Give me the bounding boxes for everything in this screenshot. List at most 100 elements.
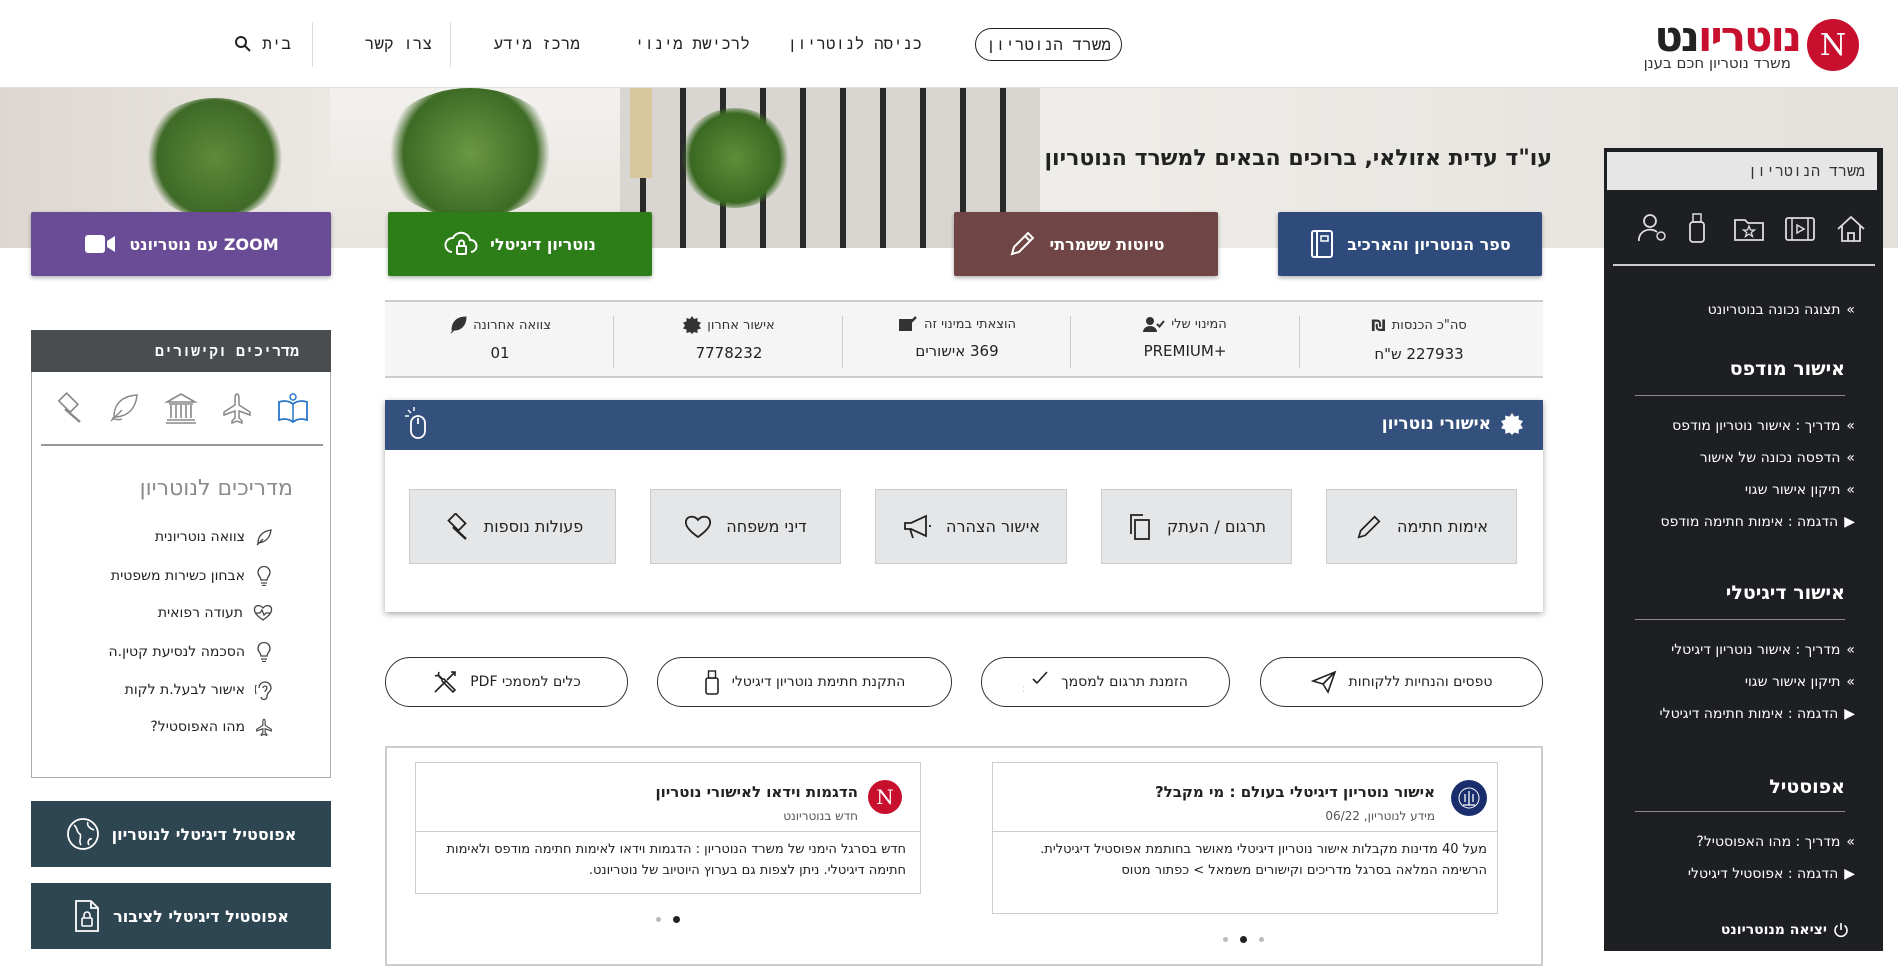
guides-heading: מדריכים לנוטריון	[139, 476, 293, 501]
guide-item-apostille[interactable]: מהו האפוסטיל?	[150, 718, 273, 736]
copy-icon	[1127, 513, 1153, 541]
guide-item-medical[interactable]: תעודה רפואית	[158, 604, 273, 622]
news-divider	[993, 831, 1497, 832]
sidebar-tab-office[interactable]: משרד הנוטריון	[1607, 152, 1877, 190]
nav-office-button[interactable]: משרד הנוטריון	[975, 28, 1122, 61]
folder-star-icon[interactable]	[1733, 216, 1765, 242]
guide-item-will[interactable]: צוואה נוטריונית	[155, 528, 273, 546]
globe-icon	[66, 817, 100, 851]
airplane-icon[interactable]	[221, 392, 253, 424]
sidebar-link-print-demo[interactable]: ▶ הדגמה : אימות חתימה מודפס	[1661, 514, 1855, 530]
carousel-dot-active[interactable]	[673, 916, 680, 923]
chevron-double-icon: »	[1846, 418, 1855, 434]
nav-info-link[interactable]: מרכז מידע	[494, 34, 580, 54]
tools-icon	[432, 669, 458, 695]
lightbulb-icon	[255, 642, 273, 662]
guide-item-disability[interactable]: אישור לבעל.ת לקות	[125, 680, 273, 700]
brand-badge-icon: N	[868, 780, 902, 814]
sidebar-link-print-guide[interactable]: » מדריך : אישור נוטריון מודפס	[1672, 418, 1855, 434]
emblem-icon	[1451, 780, 1487, 816]
logo-tagline: משרד נוטריון חכם בענן	[1643, 54, 1791, 72]
apostille-public-button[interactable]: אפוסטיל דיגיטלי לציבור	[31, 883, 331, 949]
pencil-icon	[1355, 513, 1383, 541]
sidebar-link-print-correct[interactable]: » הדפסה נכונה של אישור	[1700, 450, 1855, 466]
notary-panel-title: אישורי נוטריון	[1382, 413, 1523, 435]
logout-link[interactable]: יציאה מנוטריונט	[1721, 922, 1849, 938]
stat-plan-value: PREMIUM+	[1143, 342, 1227, 360]
chevron-double-icon: »	[1846, 482, 1855, 498]
action-more[interactable]: פעולות נוספות	[409, 489, 616, 564]
chevron-double-icon: »	[1846, 302, 1855, 318]
logo-badge[interactable]: N	[1807, 19, 1859, 71]
nav-enter-link[interactable]: כניסה לנוטריון	[788, 34, 922, 54]
action-translate-copy[interactable]: תרגום / העתק	[1101, 489, 1292, 564]
bank-building-icon[interactable]	[164, 392, 198, 424]
sidebar-link-display[interactable]: » תצוגה נכונה בנוטריונט	[1708, 302, 1855, 318]
nav-appoint-link[interactable]: לרכישת מינוי	[635, 34, 750, 54]
carousel-dot[interactable]	[1259, 937, 1264, 942]
sidebar-link-print-fix[interactable]: » תיקון אישור שגוי	[1745, 482, 1855, 498]
film-icon[interactable]	[1784, 216, 1816, 242]
gavel-icon[interactable]	[52, 392, 84, 424]
chevron-double-icon: »	[1846, 674, 1855, 690]
tile-notary-book[interactable]: ספר הנוטריון והארכיב	[1278, 212, 1542, 276]
carousel-dot[interactable]	[1223, 937, 1228, 942]
play-icon: ▶	[1844, 866, 1855, 882]
pill-pdf-tools[interactable]: כלים למסמכי PDF	[385, 657, 628, 707]
apostille-notary-button[interactable]: אפוסטיל דיגיטלי לנוטריון	[31, 801, 331, 867]
tile-drafts-label: טיוטות ששמרתי	[1049, 234, 1165, 254]
stat-used: הוצאתי במינוי זה 369 אישורים	[843, 316, 1071, 360]
tile-digital-notary[interactable]: נוטריון דיגיטלי	[388, 212, 652, 276]
play-icon: ▶	[1844, 706, 1855, 722]
news-card[interactable]: N הדגמות וידאו לאישורי נוטריון חדש בנוטר…	[415, 762, 921, 894]
sidebar-link-digital-demo[interactable]: ▶ הדגמה : אימות חתימה דיגיטלי	[1660, 706, 1856, 722]
user-check-icon	[1143, 316, 1166, 332]
sidebar-link-digital-guide[interactable]: » מדריך : אישור נוטריון דיגיטלי	[1671, 642, 1855, 658]
tile-digital-label: נוטריון דיגיטלי	[490, 234, 596, 254]
welcome-title: עו"ד עדית אזולאי, ברוכים הבאים למשרד הנו…	[1044, 146, 1553, 171]
user-settings-icon[interactable]	[1637, 212, 1669, 244]
guide-item-minor-travel[interactable]: הסכמה לנסיעת קטין.ה	[109, 642, 274, 662]
sidebar-link-apostille-demo[interactable]: ▶ הדגמה : אפוסטיל דיגיטלי	[1688, 866, 1855, 882]
quill-icon[interactable]	[108, 392, 140, 424]
mouse-click-icon[interactable]	[404, 406, 430, 442]
pill-install-signature[interactable]: התקנת חתימת נוטריון דיגיטלי	[657, 657, 952, 707]
news-meta: חדש בנוטריונט	[783, 809, 858, 823]
sidebar-divider	[1635, 811, 1845, 812]
search-icon[interactable]	[234, 35, 252, 53]
nav-contact-link[interactable]: צרו קשר	[365, 34, 432, 54]
lightbulb-icon	[255, 566, 273, 586]
usb-key-icon	[704, 669, 720, 695]
megaphone-icon	[902, 514, 932, 540]
sidebar-link-digital-fix[interactable]: » תיקון אישור שגוי	[1745, 674, 1855, 690]
guide-item-competence[interactable]: אבחון כשירות משפטית	[111, 566, 273, 586]
sidebar-heading-digital: אישור דיגיטלי	[1725, 582, 1845, 604]
carousel-dot[interactable]	[656, 917, 661, 922]
svg-text:abc: abc	[1023, 682, 1024, 694]
stat-plan: המינוי שלי PREMIUM+	[1071, 316, 1299, 360]
tile-drafts[interactable]: טיוטות ששמרתי	[954, 212, 1218, 276]
usb-key-icon[interactable]	[1686, 212, 1708, 244]
guides-tab[interactable]: מדריכים וקישורים	[31, 330, 331, 372]
tile-zoom[interactable]: ZOOM עם נוטריונט	[31, 212, 331, 276]
nav-divider	[450, 22, 451, 67]
news-card[interactable]: אישור נוטריון דיגיטלי בעולם : מי מקבל? מ…	[992, 762, 1498, 914]
chevron-double-icon: »	[1846, 834, 1855, 850]
action-signature-verify[interactable]: אימות חתימה	[1326, 489, 1517, 564]
stat-will: צוואה אחרונה 01	[386, 316, 614, 362]
signature-icon	[898, 316, 918, 332]
shekel-icon: ₪	[1371, 316, 1386, 335]
carousel-dot-active[interactable]	[1240, 936, 1247, 943]
pill-forms[interactable]: טפסים והנחיות ללקוחות	[1260, 657, 1543, 707]
book-reader-icon[interactable]	[276, 392, 310, 426]
home-icon[interactable]	[1835, 214, 1867, 244]
logo-letter: N	[1819, 27, 1847, 63]
news-title: הדגמות וידאו לאישורי נוטריון	[655, 783, 858, 801]
stat-last-value: 7778232	[695, 344, 763, 362]
pill-translation-order[interactable]: הזמנת תרגום למסמך abc	[981, 657, 1230, 707]
action-family-law[interactable]: דיני משפחה	[650, 489, 841, 564]
action-declaration[interactable]: אישור הצהרה	[875, 489, 1067, 564]
gavel-icon	[442, 512, 470, 541]
nav-home-link[interactable]: בית	[262, 34, 291, 54]
sidebar-link-apostille-guide[interactable]: » מדריך : מהו האפוסטיל?	[1696, 834, 1855, 850]
